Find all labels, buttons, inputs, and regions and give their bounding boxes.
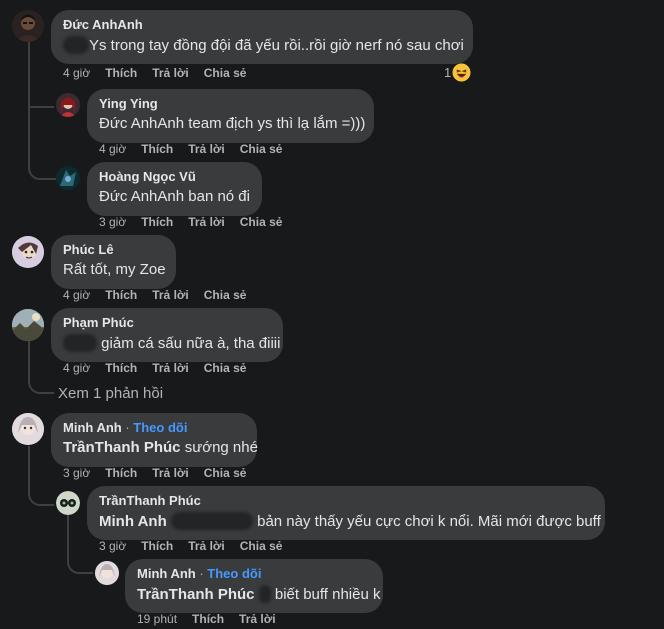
comment-author[interactable]: TrầnThanh Phúc — [99, 493, 201, 508]
mention-link[interactable]: Minh Anh — [99, 513, 167, 530]
comment-time[interactable]: 4 giờ — [63, 361, 90, 375]
comment-text: biết buff nhiều k — [274, 586, 381, 603]
share-button[interactable]: Chia sẻ — [204, 466, 247, 480]
comment-text: Ys trong tay đồng đội đã yếu rồi..rồi gi… — [89, 37, 464, 54]
comment-author[interactable]: Phúc Lê — [63, 242, 114, 257]
comment-actions: 3 giờ Thích Trả lời Chia sẻ — [99, 539, 297, 553]
comment-author[interactable]: Minh Anh — [137, 566, 196, 581]
like-button[interactable]: Thích — [105, 361, 137, 375]
comment-bubble: Phúc Lê Rất tốt, my Zoe — [51, 235, 176, 289]
comment-text: giảm cá sấu nữa à, tha điiii — [101, 335, 281, 352]
reply-button[interactable]: Trả lời — [188, 142, 225, 156]
follow-button[interactable]: Theo dõi — [133, 420, 187, 435]
comment-author[interactable]: Minh Anh — [63, 420, 122, 435]
thread-line — [28, 42, 56, 180]
view-replies-link[interactable]: Xem 1 phản hồi — [58, 385, 163, 402]
comment-time[interactable]: 19 phút — [137, 612, 177, 626]
mention-link[interactable]: TrầnThanh Phúc — [137, 586, 255, 603]
thread-line — [28, 340, 54, 394]
share-button[interactable]: Chia sẻ — [240, 539, 283, 553]
reply-button[interactable]: Trả lời — [188, 215, 225, 229]
reply-button[interactable]: Trả lời — [188, 539, 225, 553]
comment-text: bản này thấy yếu cực chơi k nổi. Mãi mới… — [257, 513, 601, 530]
avatar[interactable] — [56, 491, 80, 515]
comment-bubble: TrầnThanh Phúc Minh Anh bản này thấy yếu… — [87, 486, 605, 540]
share-button[interactable]: Chia sẻ — [204, 361, 247, 375]
redacted-mention — [170, 512, 253, 530]
avatar[interactable] — [56, 166, 80, 190]
avatar[interactable] — [12, 236, 44, 268]
reply-button[interactable]: Trả lời — [239, 612, 276, 626]
reply-button[interactable]: Trả lời — [152, 66, 189, 80]
comment-bubble: Hoàng Ngọc Vũ Đức AnhAnh ban nó đi — [87, 162, 262, 216]
thread-line — [28, 96, 54, 108]
comment-bubble: Phạm Phúc giảm cá sấu nữa à, tha điiii — [51, 308, 283, 362]
mention-link[interactable]: Đức AnhAnh — [99, 188, 184, 205]
reply-button[interactable]: Trả lời — [152, 288, 189, 302]
avatar[interactable] — [95, 561, 119, 585]
follow-button[interactable]: Theo dõi — [207, 566, 261, 581]
comment-time[interactable]: 3 giờ — [63, 466, 90, 480]
comment-actions: 3 giờ Thích Trả lời Chia sẻ — [63, 466, 261, 480]
redacted-mention — [63, 334, 97, 352]
comment-time[interactable]: 3 giờ — [99, 215, 126, 229]
comment-actions: 19 phút Thích Trả lời — [137, 612, 291, 626]
comment-bubble: Ying Ying Đức AnhAnh team địch ys thì lạ… — [87, 89, 374, 143]
comment-actions: 4 giờ Thích Trả lời Chia sẻ — [63, 288, 261, 302]
comment-actions: 3 giờ Thích Trả lời Chia sẻ — [99, 215, 297, 229]
avatar[interactable] — [56, 93, 80, 117]
comment-text: Rất tốt, my Zoe — [63, 261, 166, 278]
share-button[interactable]: Chia sẻ — [240, 142, 283, 156]
like-button[interactable]: Thích — [141, 215, 173, 229]
thread-line — [28, 446, 54, 506]
comment-time[interactable]: 4 giờ — [63, 66, 90, 80]
comment-author[interactable]: Phạm Phúc — [63, 315, 134, 330]
share-button[interactable]: Chia sẻ — [240, 215, 283, 229]
comment-bubble: Đức AnhAnh Ys trong tay đồng đội đã yếu … — [51, 10, 473, 64]
comment-time[interactable]: 4 giờ — [99, 142, 126, 156]
avatar[interactable] — [12, 10, 44, 42]
like-button[interactable]: Thích — [141, 539, 173, 553]
comment-text: ban nó đi — [188, 188, 250, 205]
avatar[interactable] — [12, 413, 44, 445]
avatar[interactable] — [12, 309, 44, 341]
mention-link[interactable]: TrầnThanh Phúc — [63, 439, 181, 456]
comment-actions: 4 giờ Thích Trả lời Chia sẻ — [63, 66, 261, 80]
comment-time[interactable]: 3 giờ — [99, 539, 126, 553]
comment-author[interactable]: Hoàng Ngọc Vũ — [99, 169, 196, 184]
comment-actions: 4 giờ Thích Trả lời Chia sẻ — [63, 361, 261, 375]
laughing-emoji-icon — [452, 63, 471, 85]
reply-button[interactable]: Trả lời — [152, 466, 189, 480]
like-button[interactable]: Thích — [105, 66, 137, 80]
comment-time[interactable]: 4 giờ — [63, 288, 90, 302]
comment-bubble: Minh Anh · Theo dõi TrầnThanh Phúc biết … — [125, 559, 383, 613]
comment-text: sướng nhé — [184, 439, 258, 456]
comment-actions: 4 giờ Thích Trả lời Chia sẻ — [99, 142, 297, 156]
redacted-mention — [258, 585, 271, 603]
like-button[interactable]: Thích — [141, 142, 173, 156]
redacted-mention — [63, 36, 89, 54]
share-button[interactable]: Chia sẻ — [204, 288, 247, 302]
like-button[interactable]: Thích — [192, 612, 224, 626]
mention-link[interactable]: Đức AnhAnh — [99, 115, 184, 132]
comment-author[interactable]: Ying Ying — [99, 96, 158, 111]
reply-button[interactable]: Trả lời — [152, 361, 189, 375]
like-button[interactable]: Thích — [105, 288, 137, 302]
comment-author[interactable]: Đức AnhAnh — [63, 17, 143, 32]
like-button[interactable]: Thích — [105, 466, 137, 480]
share-button[interactable]: Chia sẻ — [204, 66, 247, 80]
comment-bubble: Minh Anh · Theo dõi TrầnThanh Phúc sướng… — [51, 413, 258, 467]
comment-text: team địch ys thì lạ lắm =))) — [188, 115, 366, 132]
reaction-count: 1 — [444, 65, 452, 80]
